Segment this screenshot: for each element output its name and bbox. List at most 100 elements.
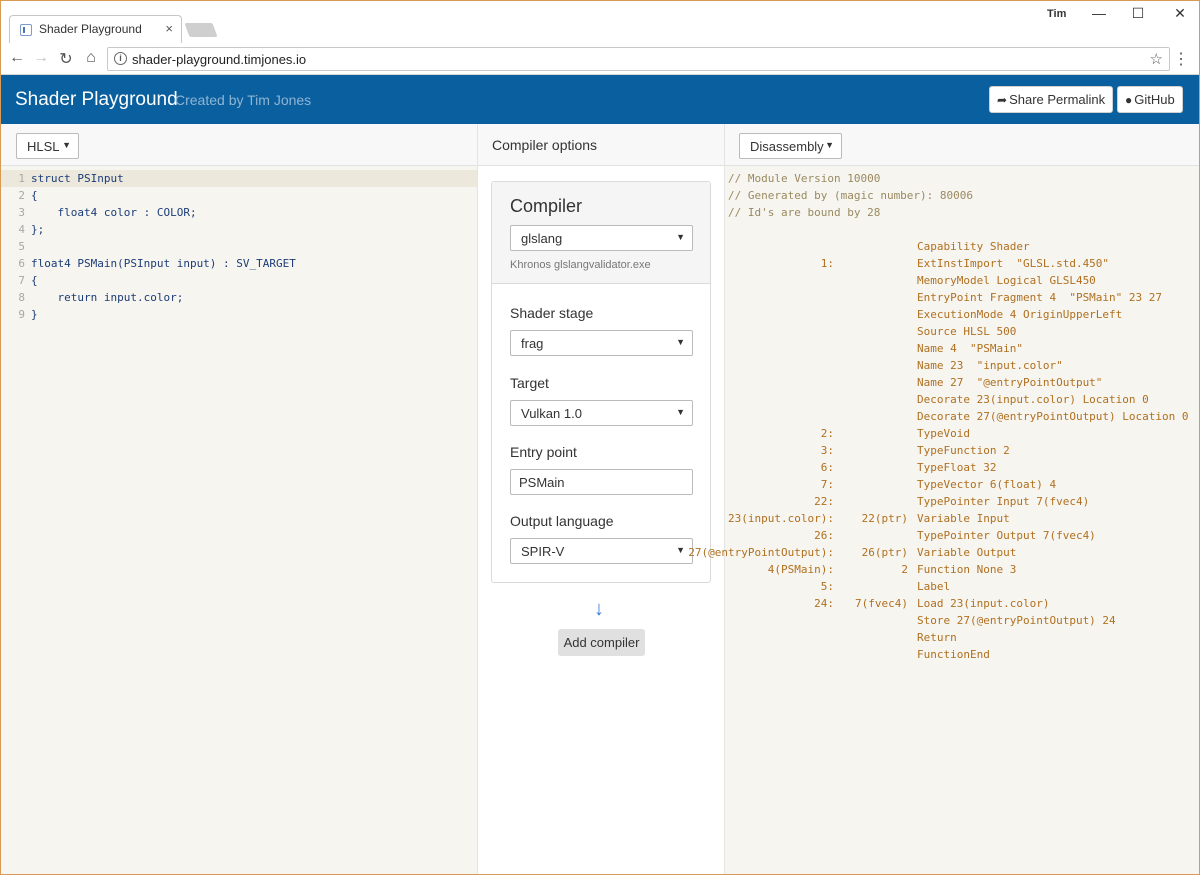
asm-instruction: Variable Output: [917, 546, 1017, 559]
code-line: 8 return input.color;: [1, 289, 477, 306]
language-value: HLSL: [27, 139, 60, 154]
asm-line: 1: ExtInstImport "GLSL.std.450": [728, 255, 1196, 272]
asm-line: 6: TypeFloat 32: [728, 459, 1196, 476]
chevron-down-icon: ▼: [62, 140, 71, 150]
asm-line: Return: [728, 629, 1196, 646]
app-header: Shader Playground Created by Tim Jones ➦…: [1, 75, 1199, 124]
asm-instruction: Source HLSL 500: [917, 325, 1017, 338]
line-number: 1: [18, 172, 25, 185]
compiler-card: Compiler glslang ▼ Khronos glslangvalida…: [491, 181, 711, 583]
entry-point-input[interactable]: PSMain: [510, 469, 693, 495]
asm-line: 7: TypeVector 6(float) 4: [728, 476, 1196, 493]
output-panel: Disassembly ▼ // Module Version 10000// …: [688, 124, 1199, 874]
code-text: {: [31, 189, 38, 202]
asm-comment-line: // Generated by (magic number): 80006: [728, 187, 1196, 204]
asm-line: MemoryModel Logical GLSL450: [728, 272, 1196, 289]
code-line: 6 float4 PSMain(PSInput input) : SV_TARGE…: [1, 255, 477, 272]
asm-result-type: 22(ptr): [861, 512, 908, 525]
asm-line: 27(@entryPointOutput): 26(ptr) Variable Ou…: [688, 544, 1196, 561]
asm-instruction: Name 4 "PSMain": [917, 342, 1023, 355]
output-view-select[interactable]: Disassembly ▼: [739, 133, 842, 159]
asm-line: Store 27(@entryPointOutput) 24: [728, 612, 1196, 629]
title-bar: Shader Playground × Tim — ☐ ✕: [1, 1, 1199, 43]
line-number: 5: [18, 240, 25, 253]
asm-instruction: TypeFloat 32: [917, 461, 997, 474]
asm-result-id: 22:: [814, 495, 834, 508]
asm-instruction: Store 27(@entryPointOutput) 24: [917, 614, 1116, 627]
asm-result-type: 7(fvec4): [855, 597, 908, 610]
share-permalink-button[interactable]: ➦ Share Permalink: [989, 86, 1114, 113]
bookmark-star-icon[interactable]: ☆: [1150, 50, 1163, 68]
profile-name[interactable]: Tim: [1047, 8, 1066, 20]
disassembly-output[interactable]: // Module Version 10000 // Generated by (…: [688, 170, 1196, 663]
close-tab-icon[interactable]: ×: [165, 21, 173, 36]
target-label: Target: [510, 375, 549, 391]
asm-instruction: ExecutionMode 4 OriginUpperLeft: [917, 308, 1123, 321]
output-toolbar: Disassembly ▼: [725, 124, 1199, 166]
asm-instruction: Label: [917, 580, 951, 593]
code-line: 2{: [1, 187, 477, 204]
compiler-value: glslang: [521, 231, 563, 246]
asm-instruction: TypeVoid: [917, 427, 970, 440]
close-window-icon[interactable]: ✕: [1170, 5, 1190, 22]
language-select[interactable]: HLSL ▼: [16, 133, 79, 159]
line-number: 4: [18, 223, 25, 236]
home-icon[interactable]: ⌂: [81, 49, 101, 67]
asm-instruction: Variable Input: [917, 512, 1010, 525]
back-icon[interactable]: ←: [7, 49, 27, 67]
asm-line: Name 4 "PSMain": [728, 340, 1196, 357]
asm-instruction: Return: [917, 631, 957, 644]
output-language-select[interactable]: SPIR-V ▼: [510, 538, 693, 564]
chevron-down-icon: ▼: [676, 232, 685, 242]
asm-result-id: 7:: [820, 478, 834, 491]
asm-instruction: TypeVector 6(float) 4: [917, 478, 1057, 491]
compiler-select[interactable]: glslang ▼: [510, 225, 693, 251]
asm-line: Source HLSL 500: [728, 323, 1196, 340]
shader-stage-select[interactable]: frag ▼: [510, 330, 693, 356]
asm-line: 3: TypeFunction 2: [728, 442, 1196, 459]
asm-result-id: 2:: [820, 427, 834, 440]
minimize-icon[interactable]: —: [1089, 5, 1109, 21]
new-tab-button[interactable]: [184, 23, 218, 37]
github-icon: ●: [1125, 93, 1133, 107]
add-compiler-button[interactable]: Add compiler: [558, 629, 645, 656]
maximize-icon[interactable]: ☐: [1128, 5, 1148, 22]
browser-window: Shader Playground × Tim — ☐ ✕ ← → ↻ ⌂ i …: [0, 0, 1200, 875]
asm-result-id: 1:: [820, 257, 834, 270]
compiler-options-panel: Compiler options Compiler glslang ▼ Khro…: [478, 124, 725, 874]
code-text: };: [31, 223, 45, 236]
asm-result-type: 2: [901, 563, 908, 576]
target-select[interactable]: Vulkan 1.0 ▼: [510, 400, 693, 426]
asm-instruction: MemoryModel Logical GLSL450: [917, 274, 1096, 287]
asm-line: Name 23 "input.color": [728, 357, 1196, 374]
code-editor[interactable]: 1 struct PSInput 2{ 3 float4 color : COLO…: [1, 170, 477, 323]
browser-menu-icon[interactable]: ⋮: [1173, 49, 1189, 69]
app-subtitle[interactable]: Created by Tim Jones: [175, 92, 311, 108]
url-text: shader-playground.timjones.io: [132, 52, 307, 67]
tab-title: Shader Playground: [39, 22, 142, 36]
compiler-card-title: Compiler: [510, 196, 583, 216]
github-button[interactable]: ● GitHub: [1117, 86, 1183, 113]
asm-result-id: 23(input.color):: [728, 512, 834, 525]
browser-tab[interactable]: Shader Playground ×: [9, 15, 182, 43]
shader-stage-label: Shader stage: [510, 305, 594, 321]
asm-instruction: Name 23 "input.color": [917, 359, 1063, 372]
asm-line: Capability Shader: [728, 238, 1196, 255]
page-favicon-icon: [20, 24, 32, 36]
reload-icon[interactable]: ↻: [56, 49, 76, 69]
site-info-icon[interactable]: i: [114, 52, 127, 65]
forward-icon[interactable]: →: [31, 49, 51, 67]
asm-line: 4(PSMain): 2 Function None 3: [728, 561, 1196, 578]
asm-instruction: FunctionEnd: [917, 648, 990, 661]
asm-instruction: ExtInstImport "GLSL.std.450": [917, 257, 1110, 270]
url-input[interactable]: i shader-playground.timjones.io ☆: [107, 47, 1170, 71]
code-text: float4 color : COLOR;: [31, 206, 197, 219]
asm-line: FunctionEnd: [728, 646, 1196, 663]
line-number: 6: [18, 257, 25, 270]
asm-line: 26: TypePointer Output 7(fvec4): [728, 527, 1196, 544]
code-text: float4 PSMain(PSInput input) : SV_TARGET: [31, 257, 296, 270]
asm-line: EntryPoint Fragment 4 "PSMain" 23 27: [728, 289, 1196, 306]
app-title[interactable]: Shader Playground: [15, 89, 178, 111]
asm-line: 2: TypeVoid: [728, 425, 1196, 442]
asm-line: 5: Label: [728, 578, 1196, 595]
